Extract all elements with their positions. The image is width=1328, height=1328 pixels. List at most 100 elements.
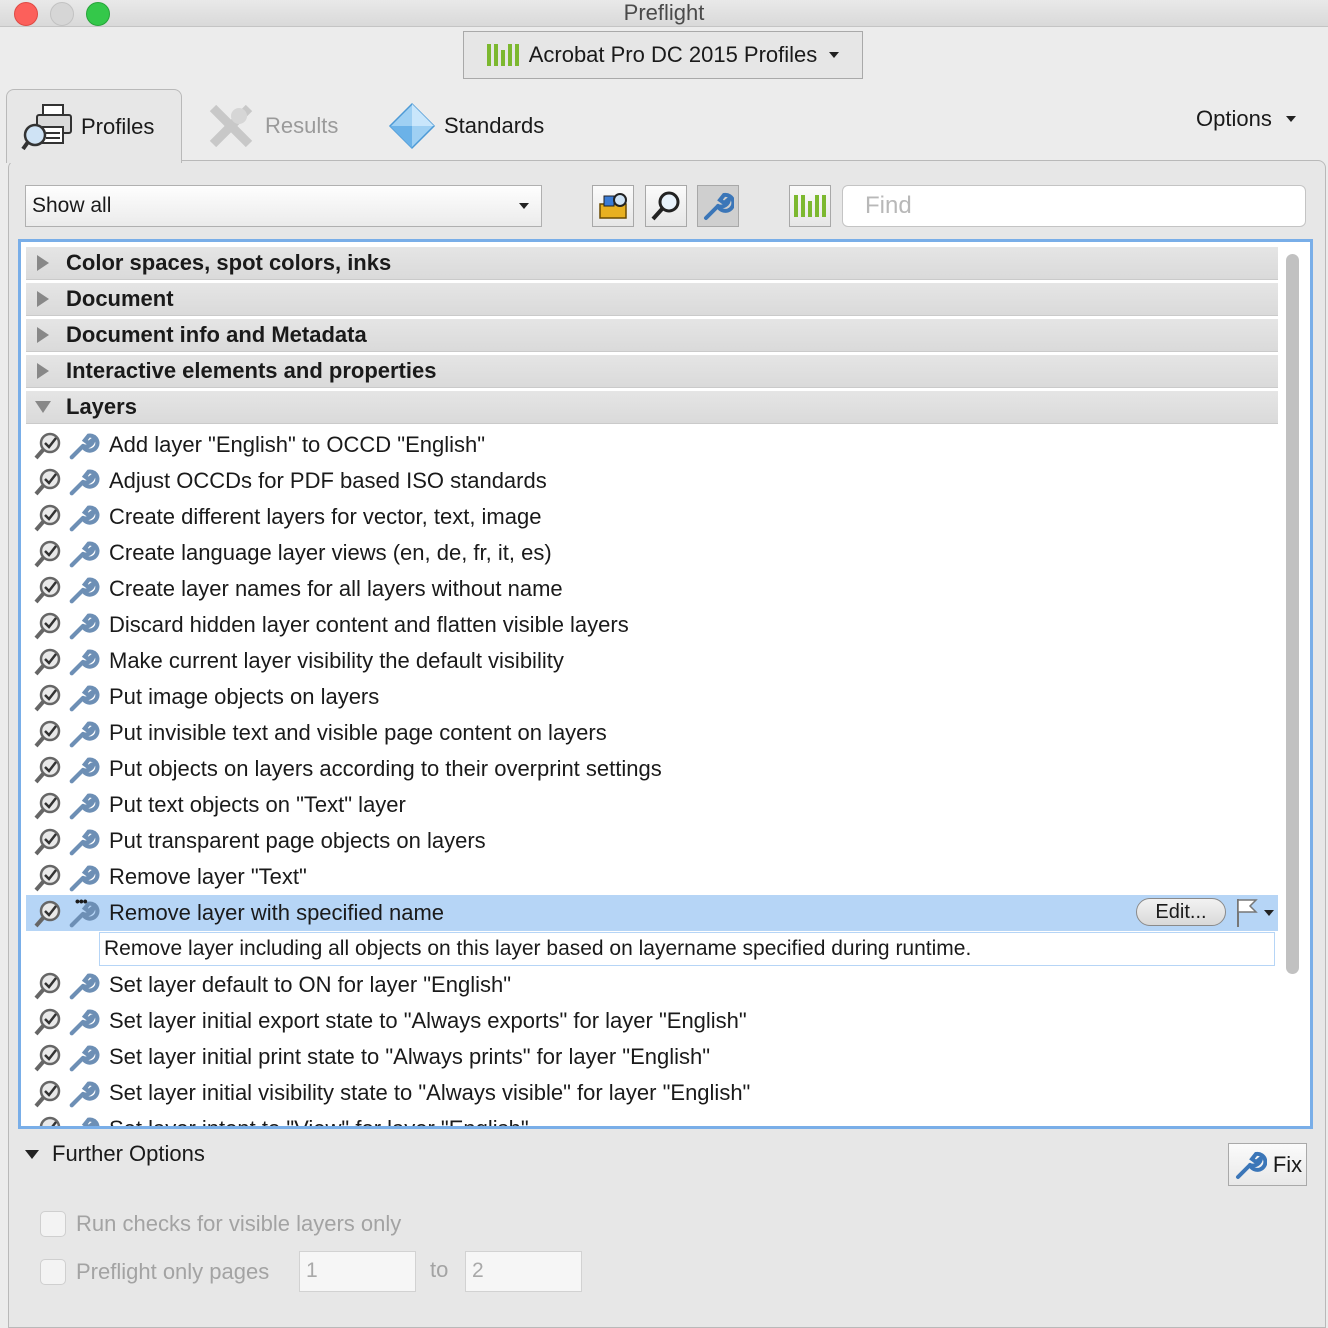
scrollbar-thumb[interactable] xyxy=(1286,254,1299,974)
check-magnifier-icon xyxy=(34,864,61,892)
fixup-row[interactable]: Remove layer "Text" xyxy=(26,859,1278,895)
fixup-row[interactable]: Create layer names for all layers withou… xyxy=(26,571,1278,607)
fixup-label: Set layer default to ON for layer "Engli… xyxy=(109,972,512,997)
wrench-icon xyxy=(69,1045,100,1072)
check-magnifier-icon xyxy=(34,792,61,820)
category-label: Document info and Metadata xyxy=(66,322,367,347)
flag-menu[interactable] xyxy=(1234,897,1274,929)
fixup-row[interactable]: Put image objects on layers xyxy=(26,679,1278,715)
check-magnifier-icon xyxy=(33,1008,63,1042)
wrench-icon xyxy=(66,1007,100,1043)
check-magnifier-icon xyxy=(33,792,63,826)
fixup-row[interactable]: Put text objects on "Text" layer xyxy=(26,787,1278,823)
options-menu[interactable]: Options xyxy=(1196,106,1296,132)
fixup-label: Set layer initial visibility state to "A… xyxy=(109,1080,751,1105)
filter-dropdown[interactable]: Show all xyxy=(25,185,542,227)
category-row[interactable]: Color spaces, spot colors, inks xyxy=(26,247,1278,280)
check-magnifier-icon xyxy=(33,828,63,862)
tab-profiles-label: Profiles xyxy=(81,113,155,139)
wrench-icon xyxy=(69,613,100,640)
fixup-row-selected[interactable]: Remove layer with specified name ••• Edit.… xyxy=(26,893,1278,931)
fixup-row[interactable]: Adjust OCCDs for PDF based ISO standards xyxy=(26,463,1278,499)
show-fixups-button[interactable] xyxy=(697,185,739,227)
fixup-list[interactable]: Color spaces, spot colors, inks Document D… xyxy=(18,239,1313,1129)
chevron-down-icon xyxy=(519,203,529,209)
fixup-row[interactable]: Put transparent page objects on layers xyxy=(26,823,1278,859)
profile-set-dropdown[interactable]: Acrobat Pro DC 2015 Profiles xyxy=(463,31,863,79)
fixup-row[interactable]: Add layer "English" to OCCD "English" xyxy=(26,427,1278,463)
wrench-icon xyxy=(66,827,100,863)
fixup-row[interactable]: Put invisible text and visible page cont… xyxy=(26,715,1278,751)
wrench-icon xyxy=(66,1079,100,1115)
check-magnifier-icon xyxy=(34,612,61,640)
fix-button[interactable]: Fix xyxy=(1228,1143,1307,1186)
check-magnifier-icon xyxy=(33,540,63,574)
show-profiles-button[interactable] xyxy=(592,185,634,227)
visible-layers-checkbox[interactable] xyxy=(40,1211,66,1237)
pages-only-checkbox[interactable] xyxy=(40,1259,66,1285)
fixup-row[interactable]: Set layer default to ON for layer "Engli… xyxy=(26,967,1278,1003)
check-magnifier-icon xyxy=(34,576,61,604)
wrench-icon xyxy=(66,611,100,647)
fixup-row[interactable]: Set layer initial print state to "Always… xyxy=(26,1039,1278,1075)
wrench-icon xyxy=(66,1043,100,1079)
options-label: Options xyxy=(1196,106,1272,131)
wrench-icon xyxy=(66,719,100,755)
fixup-row[interactable]: Make current layer visibility the defaul… xyxy=(26,643,1278,679)
category-label: Color spaces, spot colors, inks xyxy=(66,250,392,275)
further-options-label: Further Options xyxy=(52,1141,205,1166)
tab-profiles[interactable]: Profiles xyxy=(6,89,182,163)
wrench-icon xyxy=(69,469,100,496)
wrench-icon xyxy=(69,865,100,892)
check-magnifier-icon xyxy=(33,504,63,538)
fixup-row[interactable]: Put objects on layers according to their… xyxy=(26,751,1278,787)
page-from-input[interactable]: 1 xyxy=(299,1251,416,1292)
fixup-row[interactable]: Create language layer views (en, de, fr,… xyxy=(26,535,1278,571)
filter-selected-value: Show all xyxy=(32,194,112,217)
edit-button[interactable]: Edit... xyxy=(1136,898,1226,926)
fixup-row[interactable]: Set layer initial export state to "Alway… xyxy=(26,1003,1278,1039)
more-dots-icon: ••• xyxy=(75,893,88,909)
fixup-row[interactable]: Set layer intent to "View" for layer "En… xyxy=(26,1111,1278,1129)
check-magnifier-icon xyxy=(33,864,63,898)
disclosure-triangle-icon[interactable] xyxy=(37,327,49,343)
tab-results[interactable]: Results xyxy=(205,89,338,163)
check-magnifier-icon xyxy=(34,828,61,856)
magnifier-icon xyxy=(651,191,680,221)
wrench-icon xyxy=(66,467,100,503)
disclosure-triangle-icon[interactable] xyxy=(37,363,49,379)
category-row[interactable]: Interactive elements and properties xyxy=(26,355,1278,388)
wrench-icon xyxy=(81,1117,100,1126)
disclosure-triangle-icon[interactable] xyxy=(35,401,51,413)
category-row[interactable]: Layers xyxy=(26,391,1278,424)
fixup-label: Set layer intent to "View" for layer "En… xyxy=(109,1116,529,1129)
title-bar: Preflight xyxy=(0,0,1328,27)
check-magnifier-icon xyxy=(34,1044,61,1072)
fixup-row[interactable]: Create different layers for vector, text… xyxy=(26,499,1278,535)
check-magnifier-icon xyxy=(33,684,63,718)
show-checks-button[interactable] xyxy=(645,185,687,227)
fixup-row[interactable]: Set layer initial visibility state to "A… xyxy=(26,1075,1278,1111)
check-magnifier-icon xyxy=(34,540,61,568)
library-button[interactable] xyxy=(789,185,831,227)
disclosure-triangle-icon[interactable] xyxy=(37,291,49,307)
category-label: Document xyxy=(66,286,174,311)
category-row[interactable]: Document xyxy=(26,283,1278,316)
window-title: Preflight xyxy=(623,0,705,25)
page-to-input[interactable]: 2 xyxy=(465,1251,582,1292)
profile-set-label: Acrobat Pro DC 2015 Profiles xyxy=(528,42,818,67)
wrench-icon xyxy=(66,755,100,791)
fixup-description: Remove layer including all objects on th… xyxy=(99,932,1275,966)
wrench-icon xyxy=(69,973,100,1000)
disclosure-triangle-icon[interactable] xyxy=(37,255,49,271)
category-row[interactable]: Document info and Metadata xyxy=(26,319,1278,352)
check-magnifier-icon xyxy=(34,684,61,712)
check-magnifier-icon xyxy=(34,1080,61,1108)
find-input[interactable]: Find xyxy=(842,185,1306,227)
wrench-icon xyxy=(69,433,100,460)
tab-standards[interactable]: Standards xyxy=(388,89,544,163)
fixup-row[interactable]: Discard hidden layer content and flatten… xyxy=(26,607,1278,643)
wrench-icon xyxy=(69,505,100,532)
check-magnifier-icon xyxy=(33,468,63,502)
further-options-toggle[interactable]: Further Options xyxy=(25,1141,205,1167)
